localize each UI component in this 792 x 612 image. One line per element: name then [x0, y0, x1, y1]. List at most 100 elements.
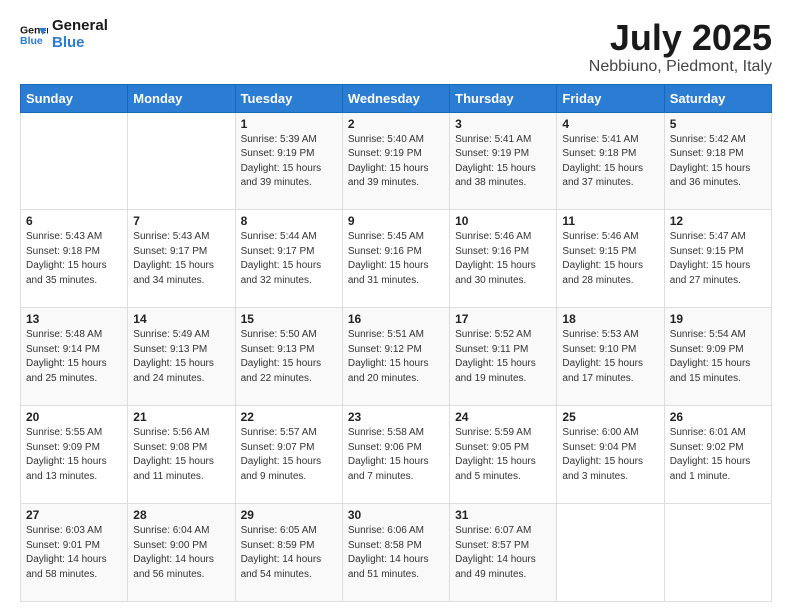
day-info: Sunrise: 5:50 AM Sunset: 9:13 PM Dayligh…: [241, 328, 337, 386]
calendar-cell: 14 Sunrise: 5:49 AM Sunset: 9:13 PM Dayli…: [128, 308, 235, 406]
title-block: July 2025 Nebbiuno, Piedmont, Italy: [589, 18, 772, 76]
svg-text:Blue: Blue: [20, 34, 43, 46]
day-number: 21: [133, 410, 229, 424]
calendar-cell: 28 Sunrise: 6:04 AM Sunset: 9:00 PM Dayli…: [128, 504, 235, 602]
day-number: 9: [348, 214, 444, 228]
day-info: Sunrise: 6:04 AM Sunset: 9:00 PM Dayligh…: [133, 524, 229, 582]
calendar-cell: 6 Sunrise: 5:43 AM Sunset: 9:18 PM Daylig…: [21, 210, 128, 308]
calendar-cell: 13Sunrise: 5:48 AM Sunset: 9:14 PM Dayli…: [21, 308, 128, 406]
day-number: 1: [241, 117, 337, 131]
day-info: Sunrise: 5:46 AM Sunset: 9:15 PM Dayligh…: [562, 230, 658, 288]
calendar-week-5: 27 Sunrise: 6:03 AM Sunset: 9:01 PM Dayli…: [21, 504, 772, 602]
day-info: Sunrise: 5:46 AM Sunset: 9:16 PM Dayligh…: [455, 230, 551, 288]
day-info: Sunrise: 5:53 AM Sunset: 9:10 PM Dayligh…: [562, 328, 658, 386]
day-info: Sunrise: 5:55 AM Sunset: 9:09 PM Dayligh…: [26, 426, 122, 484]
day-info: Sunrise: 5:42 AM Sunset: 9:18 PM Dayligh…: [670, 133, 766, 191]
day-info: Sunrise: 6:07 AM Sunset: 8:57 PM Dayligh…: [455, 524, 551, 582]
day-info: Sunrise: 5:45 AM Sunset: 9:16 PM Dayligh…: [348, 230, 444, 288]
logo-line2: Blue: [52, 35, 108, 52]
calendar-week-4: 20Sunrise: 5:55 AM Sunset: 9:09 PM Dayli…: [21, 406, 772, 504]
calendar-cell: 11 Sunrise: 5:46 AM Sunset: 9:15 PM Dayli…: [557, 210, 664, 308]
day-number: 7: [133, 214, 229, 228]
day-info: Sunrise: 5:43 AM Sunset: 9:17 PM Dayligh…: [133, 230, 229, 288]
day-info: Sunrise: 5:41 AM Sunset: 9:19 PM Dayligh…: [455, 133, 551, 191]
day-info: Sunrise: 6:05 AM Sunset: 8:59 PM Dayligh…: [241, 524, 337, 582]
day-info: Sunrise: 5:47 AM Sunset: 9:15 PM Dayligh…: [670, 230, 766, 288]
day-info: Sunrise: 5:54 AM Sunset: 9:09 PM Dayligh…: [670, 328, 766, 386]
day-info: Sunrise: 5:58 AM Sunset: 9:06 PM Dayligh…: [348, 426, 444, 484]
day-info: Sunrise: 5:39 AM Sunset: 9:19 PM Dayligh…: [241, 133, 337, 191]
calendar-cell: [557, 504, 664, 602]
calendar-cell: [21, 112, 128, 210]
day-number: 22: [241, 410, 337, 424]
calendar-cell: 20Sunrise: 5:55 AM Sunset: 9:09 PM Dayli…: [21, 406, 128, 504]
day-number: 5: [670, 117, 766, 131]
day-number: 3: [455, 117, 551, 131]
header: General Blue General Blue July 2025 Nebb…: [20, 18, 772, 76]
logo-line1: General: [52, 18, 108, 35]
day-number: 10: [455, 214, 551, 228]
day-number: 31: [455, 508, 551, 522]
day-number: 17: [455, 312, 551, 326]
day-info: Sunrise: 5:52 AM Sunset: 9:11 PM Dayligh…: [455, 328, 551, 386]
day-number: 27: [26, 508, 122, 522]
calendar-cell: 16 Sunrise: 5:51 AM Sunset: 9:12 PM Dayli…: [342, 308, 449, 406]
day-info: Sunrise: 5:56 AM Sunset: 9:08 PM Dayligh…: [133, 426, 229, 484]
day-number: 30: [348, 508, 444, 522]
calendar-cell: 23 Sunrise: 5:58 AM Sunset: 9:06 PM Dayli…: [342, 406, 449, 504]
calendar-cell: 7 Sunrise: 5:43 AM Sunset: 9:17 PM Daylig…: [128, 210, 235, 308]
calendar-cell: 29 Sunrise: 6:05 AM Sunset: 8:59 PM Dayli…: [235, 504, 342, 602]
calendar-header-sunday: Sunday: [21, 84, 128, 112]
calendar-cell: 26Sunrise: 6:01 AM Sunset: 9:02 PM Dayli…: [664, 406, 771, 504]
calendar-cell: 25Sunrise: 6:00 AM Sunset: 9:04 PM Dayli…: [557, 406, 664, 504]
day-number: 24: [455, 410, 551, 424]
calendar-cell: 24Sunrise: 5:59 AM Sunset: 9:05 PM Dayli…: [450, 406, 557, 504]
day-info: Sunrise: 5:48 AM Sunset: 9:14 PM Dayligh…: [26, 328, 122, 386]
calendar-week-1: 1 Sunrise: 5:39 AM Sunset: 9:19 PM Daylig…: [21, 112, 772, 210]
calendar-header-monday: Monday: [128, 84, 235, 112]
day-number: 2: [348, 117, 444, 131]
day-number: 6: [26, 214, 122, 228]
calendar: SundayMondayTuesdayWednesdayThursdayFrid…: [20, 84, 772, 602]
day-number: 16: [348, 312, 444, 326]
calendar-header-wednesday: Wednesday: [342, 84, 449, 112]
day-number: 28: [133, 508, 229, 522]
day-number: 11: [562, 214, 658, 228]
calendar-cell: 3 Sunrise: 5:41 AM Sunset: 9:19 PM Daylig…: [450, 112, 557, 210]
calendar-header-saturday: Saturday: [664, 84, 771, 112]
day-number: 12: [670, 214, 766, 228]
calendar-cell: [128, 112, 235, 210]
calendar-cell: 10 Sunrise: 5:46 AM Sunset: 9:16 PM Dayli…: [450, 210, 557, 308]
day-number: 25: [562, 410, 658, 424]
calendar-cell: 1 Sunrise: 5:39 AM Sunset: 9:19 PM Daylig…: [235, 112, 342, 210]
logo: General Blue General Blue: [20, 18, 108, 51]
day-number: 14: [133, 312, 229, 326]
day-info: Sunrise: 6:01 AM Sunset: 9:02 PM Dayligh…: [670, 426, 766, 484]
day-info: Sunrise: 5:51 AM Sunset: 9:12 PM Dayligh…: [348, 328, 444, 386]
calendar-cell: 8Sunrise: 5:44 AM Sunset: 9:17 PM Daylig…: [235, 210, 342, 308]
calendar-week-3: 13Sunrise: 5:48 AM Sunset: 9:14 PM Dayli…: [21, 308, 772, 406]
day-number: 15: [241, 312, 337, 326]
day-number: 18: [562, 312, 658, 326]
calendar-header-thursday: Thursday: [450, 84, 557, 112]
calendar-cell: 15 Sunrise: 5:50 AM Sunset: 9:13 PM Dayli…: [235, 308, 342, 406]
subtitle: Nebbiuno, Piedmont, Italy: [589, 58, 772, 76]
day-number: 29: [241, 508, 337, 522]
calendar-cell: 2Sunrise: 5:40 AM Sunset: 9:19 PM Daylig…: [342, 112, 449, 210]
main-title: July 2025: [589, 18, 772, 58]
calendar-cell: 9 Sunrise: 5:45 AM Sunset: 9:16 PM Daylig…: [342, 210, 449, 308]
calendar-cell: [664, 504, 771, 602]
day-info: Sunrise: 6:06 AM Sunset: 8:58 PM Dayligh…: [348, 524, 444, 582]
day-info: Sunrise: 5:49 AM Sunset: 9:13 PM Dayligh…: [133, 328, 229, 386]
day-number: 4: [562, 117, 658, 131]
calendar-cell: 12 Sunrise: 5:47 AM Sunset: 9:15 PM Dayli…: [664, 210, 771, 308]
calendar-week-2: 6 Sunrise: 5:43 AM Sunset: 9:18 PM Daylig…: [21, 210, 772, 308]
day-info: Sunrise: 6:03 AM Sunset: 9:01 PM Dayligh…: [26, 524, 122, 582]
calendar-cell: 21 Sunrise: 5:56 AM Sunset: 9:08 PM Dayli…: [128, 406, 235, 504]
day-number: 23: [348, 410, 444, 424]
calendar-cell: 5 Sunrise: 5:42 AM Sunset: 9:18 PM Daylig…: [664, 112, 771, 210]
day-info: Sunrise: 5:43 AM Sunset: 9:18 PM Dayligh…: [26, 230, 122, 288]
calendar-cell: 19 Sunrise: 5:54 AM Sunset: 9:09 PM Dayli…: [664, 308, 771, 406]
day-number: 19: [670, 312, 766, 326]
calendar-cell: 22Sunrise: 5:57 AM Sunset: 9:07 PM Dayli…: [235, 406, 342, 504]
